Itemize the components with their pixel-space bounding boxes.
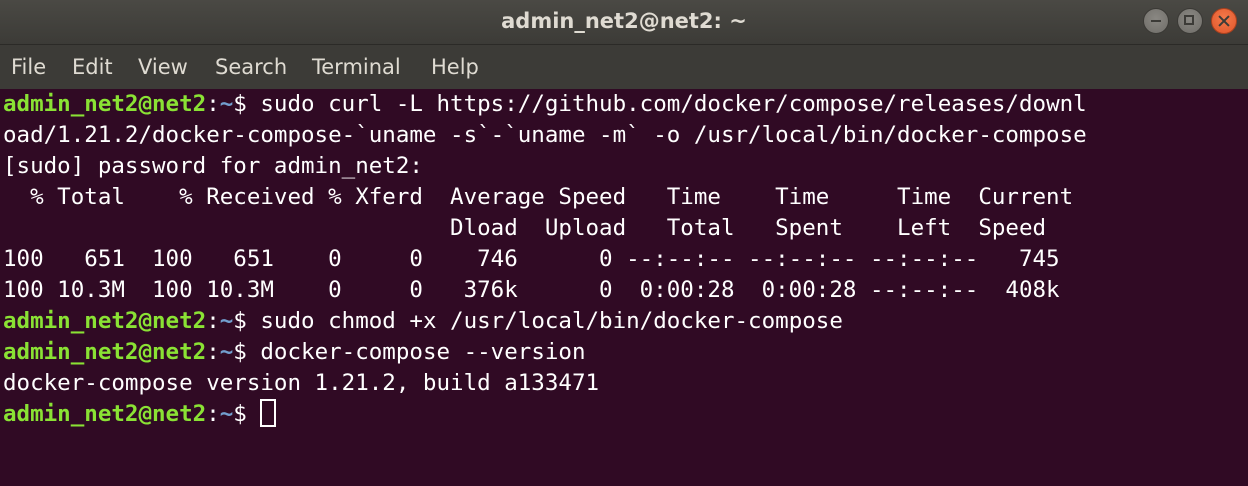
output-line: oad/1.21.2/docker-compose-`uname -s`-`un… [3, 122, 1087, 148]
prompt-path: ~ [219, 308, 234, 334]
output-line: docker-compose version 1.21.2, build a13… [3, 370, 600, 396]
prompt-path: ~ [219, 339, 234, 365]
prompt-separator: : [206, 401, 220, 427]
command-line: admin_net2@net2:~$ sudo curl -L https://… [3, 89, 1087, 120]
output-line: 100 651 100 651 0 0 746 0 --:--:-- --:--… [3, 246, 1060, 272]
prompt-separator: : [206, 339, 220, 365]
prompt-separator: : [206, 308, 220, 334]
title-bar[interactable]: admin_net2@net2: ~ [0, 0, 1248, 45]
maximize-icon[interactable] [1177, 8, 1203, 34]
menu-terminal[interactable]: Terminal [312, 45, 401, 89]
output-line: % Total % Received % Xferd Average Speed… [3, 184, 1074, 210]
command-text: docker-compose --version [260, 339, 586, 365]
menu-bar: File Edit View Search Terminal Help [0, 45, 1248, 89]
prompt-separator: : [206, 91, 220, 117]
command-text: sudo curl -L https://github.com/docker/c… [260, 91, 1087, 117]
prompt-symbol: $ [233, 401, 261, 427]
terminal-output[interactable]: admin_net2@net2:~$ sudo curl -L https://… [0, 89, 1248, 486]
command-line: admin_net2@net2:~$ sudo chmod +x /usr/lo… [3, 306, 843, 337]
prompt-path: ~ [219, 91, 234, 117]
command-line: admin_net2@net2:~$ docker-compose --vers… [3, 337, 586, 368]
close-icon[interactable] [1211, 8, 1237, 34]
prompt-user-host: admin_net2@net2 [3, 401, 207, 427]
prompt-symbol: $ [233, 308, 261, 334]
prompt-user-host: admin_net2@net2 [3, 308, 207, 334]
menu-help[interactable]: Help [431, 45, 479, 89]
prompt-symbol: $ [233, 339, 261, 365]
text-cursor [260, 398, 277, 427]
terminal-window: admin_net2@net2: ~ File Edit View Search… [0, 0, 1248, 486]
minimize-icon[interactable] [1143, 8, 1169, 34]
window-title: admin_net2@net2: ~ [501, 9, 747, 33]
command-text: sudo chmod +x /usr/local/bin/docker-comp… [260, 308, 843, 334]
output-line: 100 10.3M 100 10.3M 0 0 376k 0 0:00:28 0… [3, 277, 1060, 303]
menu-edit[interactable]: Edit [72, 45, 113, 89]
output-line: Dload Upload Total Spent Left Speed [3, 215, 1047, 241]
menu-search[interactable]: Search [215, 45, 287, 89]
output-line: [sudo] password for admin_net2: [3, 153, 423, 179]
prompt-path: ~ [219, 401, 234, 427]
menu-view[interactable]: View [138, 45, 188, 89]
prompt-user-host: admin_net2@net2 [3, 91, 207, 117]
prompt-user-host: admin_net2@net2 [3, 339, 207, 365]
menu-file[interactable]: File [11, 45, 46, 89]
command-line[interactable]: admin_net2@net2:~$ [3, 398, 277, 430]
prompt-symbol: $ [233, 91, 261, 117]
